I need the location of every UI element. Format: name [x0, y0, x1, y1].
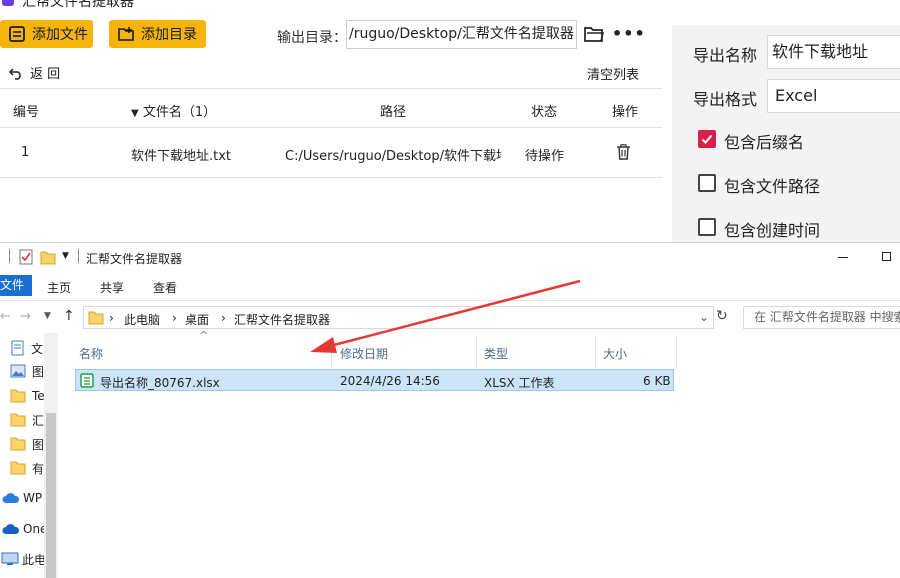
annotation-arrow-icon — [310, 279, 581, 353]
screenshot-stage: 汇帮文件名提取器 添加文件 添加目录 输出目录： /ruguo/Desktop/… — [0, 0, 900, 578]
